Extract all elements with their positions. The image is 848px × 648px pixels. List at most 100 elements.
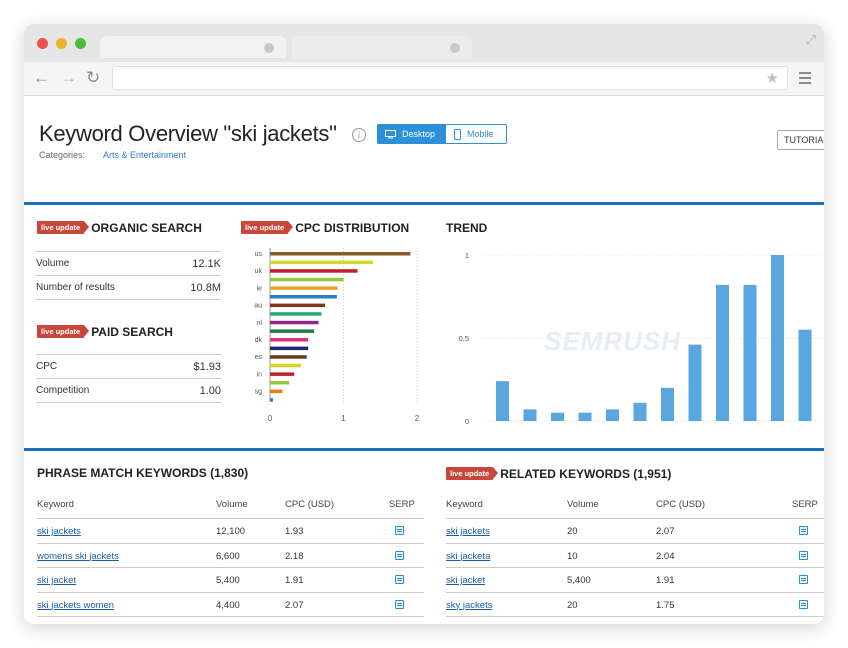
tab-close-icon[interactable]	[264, 43, 274, 53]
page-title: Keyword Overview "ski jackets"	[39, 121, 337, 146]
keyword-link[interactable]: ski jackets	[37, 526, 81, 537]
phrase-col-cpc[interactable]: CPC (USD)	[285, 499, 334, 510]
country-tick-label: ie	[257, 285, 263, 292]
trend-bar[interactable]	[716, 284, 729, 421]
serp-icon[interactable]	[395, 550, 404, 560]
cpc-bar[interactable]	[270, 303, 326, 308]
keyword-link[interactable]: womens ski jackets	[37, 551, 119, 562]
cpc-cell: 1.75	[656, 599, 675, 611]
keyword-link[interactable]: ski jackets	[446, 526, 490, 537]
back-arrow-icon[interactable]: ←	[33, 68, 50, 88]
paid-cpc-row: CPC $1.93	[36, 354, 221, 379]
section-divider	[24, 448, 824, 451]
serp-icon[interactable]	[395, 526, 404, 535]
cpc-bar[interactable]	[270, 277, 344, 282]
cpc-bar[interactable]	[270, 338, 309, 342]
keyword-link[interactable]: sky jackets	[446, 600, 492, 611]
fullscreen-icon[interactable]: ⤢	[806, 32, 816, 48]
trend-bar[interactable]	[771, 255, 784, 421]
cpc-bar[interactable]	[270, 269, 358, 273]
serp-icon[interactable]	[799, 599, 808, 609]
live-update-badge: live update	[446, 467, 499, 481]
browser-tab-1[interactable]	[100, 36, 286, 58]
phrase-col-volume[interactable]: Volume	[216, 499, 248, 510]
live-update-badge: live update	[37, 325, 90, 339]
cpc-bar[interactable]	[270, 389, 283, 394]
trend-bar[interactable]	[523, 409, 537, 421]
keyword-link[interactable]: ski jacketa	[446, 551, 490, 562]
mobile-toggle-button[interactable]: Mobile	[445, 124, 507, 144]
related-col-volume[interactable]: Volume	[567, 499, 599, 510]
cpc-bar[interactable]	[270, 252, 411, 256]
related-col-serp: SERP	[792, 499, 818, 510]
cpc-bar[interactable]	[270, 363, 301, 368]
serp-icon[interactable]	[395, 599, 404, 609]
serp-icon[interactable]	[799, 575, 808, 584]
category-link[interactable]: Arts & Entertainment	[103, 150, 186, 160]
phrase-col-keyword[interactable]: Keyword	[37, 499, 74, 510]
trend-bar[interactable]	[743, 284, 757, 421]
browser-tab-2[interactable]	[292, 36, 472, 58]
desktop-icon	[385, 130, 396, 139]
info-icon[interactable]: i	[352, 128, 366, 142]
volume-cell: 4,400	[216, 599, 240, 611]
trend-bar[interactable]	[578, 412, 592, 421]
cpc-bar[interactable]	[270, 329, 315, 333]
country-tick-label: nl	[257, 320, 263, 327]
serp-icon[interactable]	[799, 526, 808, 535]
cpc-bar[interactable]	[270, 398, 273, 402]
cpc-cell: 2.07	[656, 526, 675, 537]
minimize-window-button[interactable]	[56, 38, 67, 49]
forward-arrow-icon[interactable]: →	[60, 68, 77, 88]
cpc-cell: 1.91	[285, 575, 304, 586]
desktop-toggle-button[interactable]: Desktop	[377, 124, 446, 144]
trend-bar[interactable]	[633, 402, 647, 421]
volume-cell: 5,400	[216, 575, 240, 586]
keyword-link[interactable]: ski jacket	[37, 575, 76, 586]
organic-volume-row: Volume 12.1K	[36, 251, 221, 276]
related-col-keyword[interactable]: Keyword	[446, 499, 483, 510]
trend-bar[interactable]	[496, 381, 509, 421]
cpc-bar[interactable]	[270, 312, 322, 316]
cpc-cell: 1.93	[285, 526, 304, 537]
browser-menu-icon[interactable]	[799, 72, 811, 87]
cpc-bar[interactable]	[270, 260, 373, 265]
cpc-bar[interactable]	[270, 346, 309, 351]
cpc-bar[interactable]	[270, 355, 307, 359]
trend-bar[interactable]	[688, 344, 702, 421]
tab-close-icon[interactable]	[450, 43, 460, 53]
trend-bar[interactable]	[551, 412, 564, 421]
address-bar[interactable]: ★	[112, 66, 788, 90]
country-tick-label: au	[254, 303, 262, 310]
trend-bar[interactable]	[661, 387, 674, 421]
maximize-window-button[interactable]	[75, 38, 86, 49]
cpc-bar[interactable]	[270, 286, 338, 290]
section-divider	[24, 202, 824, 205]
close-window-button[interactable]	[37, 38, 48, 49]
serp-icon[interactable]	[799, 550, 808, 560]
reload-icon[interactable]: ↻	[86, 68, 100, 88]
keyword-link[interactable]: ski jackets women	[37, 600, 114, 611]
cpc-bar[interactable]	[270, 372, 295, 376]
cpc-cell: 2.07	[285, 599, 304, 611]
tutorial-button[interactable]: TUTORIAL	[777, 130, 824, 150]
related-col-cpc[interactable]: CPC (USD)	[656, 499, 705, 510]
serp-icon[interactable]	[395, 575, 404, 584]
cpc-cell: 1.91	[656, 575, 675, 586]
volume-cell: 12,100	[216, 526, 246, 537]
country-tick-label: us	[255, 251, 263, 258]
trend-bar[interactable]	[606, 409, 619, 421]
cpc-bar[interactable]	[270, 295, 337, 299]
organic-results-row: Number of results 10.8M	[36, 275, 221, 300]
bookmark-star-icon[interactable]: ★	[766, 69, 779, 87]
table-row: womens ski jackets 6,600 2.18	[37, 542, 424, 568]
keyword-link[interactable]: ski jacket	[446, 575, 485, 586]
cpc-bar[interactable]	[270, 381, 290, 385]
cpc-bar[interactable]	[270, 320, 319, 325]
volume-cell: 5,400	[567, 575, 591, 586]
related-keywords-heading: live update RELATED KEYWORDS (1,951)	[446, 466, 671, 481]
trend-bar[interactable]	[798, 329, 812, 421]
table-row: sky jackets 20 1.75	[446, 591, 824, 617]
country-tick-label: dk	[255, 337, 263, 344]
trend-heading: TREND	[446, 220, 488, 235]
